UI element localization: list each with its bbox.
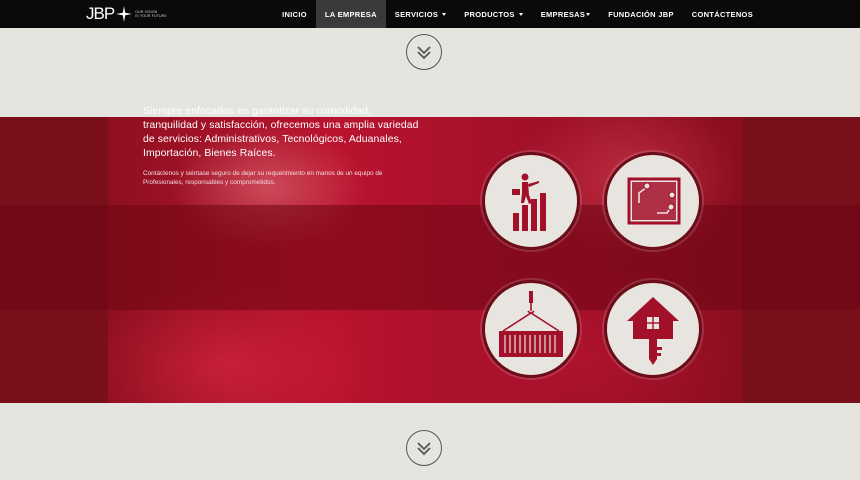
top-navbar: JBP OUR VISION IS YOUR FUTURE INICIO LA … [0,0,860,28]
nav-item-contactenos[interactable]: CONTÁCTENOS [683,0,762,28]
business-growth-icon [512,173,546,231]
feature-business-growth[interactable] [482,152,580,250]
feature-technology[interactable] [604,152,702,250]
nav-label: EMPRESAS [540,9,586,19]
jbp-logo[interactable]: JBP OUR VISION IS YOUR FUTURE [86,3,167,25]
double-chevron-down-icon [417,46,431,60]
nav-label: CONTÁCTENOS [691,9,753,19]
nav-item-la-empresa[interactable]: LA EMPRESA [315,0,386,28]
circuit-board-icon [627,177,681,225]
nav-item-productos[interactable]: PRODUCTOS [455,0,531,28]
nav-label: INICIO [282,9,307,19]
star-icon [116,6,133,22]
nav-label: FUNDACIÓN JBP [608,9,674,19]
feature-customs[interactable] [482,280,580,378]
caret-down-icon [518,12,523,16]
services-hero [0,117,860,403]
house-key-icon [627,297,679,365]
nav-item-inicio[interactable]: INICIO [273,0,316,28]
feature-real-estate[interactable] [604,280,702,378]
nav-label: SERVICIOS [394,9,439,19]
caret-down-icon [586,12,591,16]
main-nav: INICIO LA EMPRESA SERVICIOS PRODUCTOS EM… [273,0,762,28]
shipping-container-icon [499,291,563,357]
nav-label: LA EMPRESA [324,9,377,19]
logo-text: JBP [86,4,115,23]
scroll-down-button[interactable] [406,34,442,70]
hero-band [0,205,860,310]
hero-sub-text: Contáctenos y siéntase seguro de dejar s… [143,170,383,186]
scroll-down-button-bottom[interactable] [406,430,442,466]
nav-item-fundacion-jbp[interactable]: FUNDACIÓN JBP [599,0,683,28]
hero-main-text: Siempre enfocados en garantizar su comod… [143,106,419,159]
nav-item-servicios[interactable]: SERVICIOS [386,0,455,28]
nav-label: PRODUCTOS [464,9,515,19]
caret-down-icon [442,12,447,16]
hero-text-block: Siempre enfocados en garantizar su comod… [143,105,423,187]
logo-tagline-line2: IS YOUR FUTURE [135,14,167,18]
nav-item-empresas[interactable]: EMPRESAS [532,0,600,28]
logo-tagline: OUR VISION IS YOUR FUTURE [135,10,167,19]
double-chevron-down-icon [417,442,431,456]
